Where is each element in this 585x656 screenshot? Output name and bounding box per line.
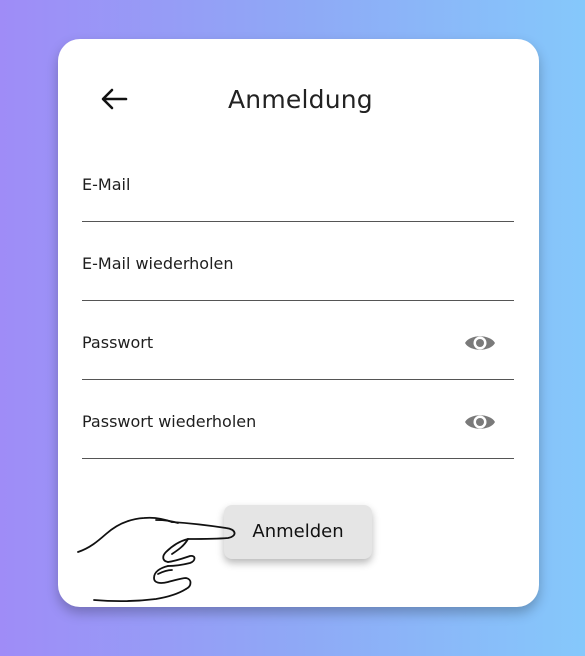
login-card: Anmeldung E-Mail E-Mail wiederholen Pass…	[58, 39, 539, 607]
login-submit-button[interactable]: Anmelden	[224, 505, 372, 559]
email-repeat-field-label: E-Mail wiederholen	[82, 254, 234, 273]
password-field-label: Passwort	[82, 333, 154, 352]
email-field-label: E-Mail	[82, 175, 131, 194]
password-field[interactable]: Passwort	[82, 333, 514, 380]
password-repeat-field-label: Passwort wiederholen	[82, 412, 257, 431]
password-repeat-field[interactable]: Passwort wiederholen	[82, 412, 514, 459]
email-repeat-field[interactable]: E-Mail wiederholen	[82, 254, 514, 301]
back-arrow-icon[interactable]	[98, 83, 130, 115]
page-title: Anmeldung	[228, 85, 373, 114]
password-repeat-visibility-eye-icon[interactable]	[462, 410, 498, 434]
password-visibility-eye-icon[interactable]	[462, 331, 498, 355]
email-field[interactable]: E-Mail	[82, 175, 514, 222]
